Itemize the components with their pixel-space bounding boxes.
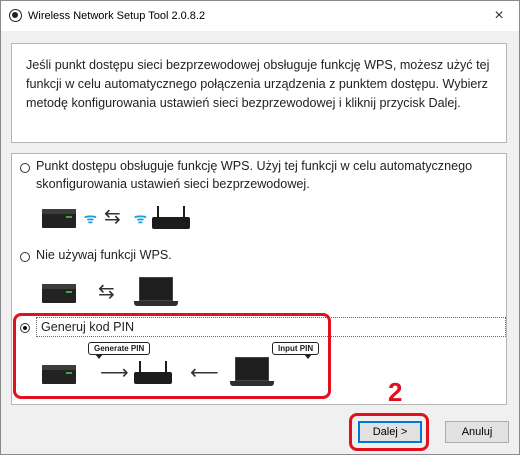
- setup-dialog: Wireless Network Setup Tool 2.0.8.2 × Je…: [0, 0, 520, 455]
- radio-wps[interactable]: [20, 163, 30, 173]
- wifi-icon: ᯤ: [134, 210, 147, 226]
- swap-arrows-icon: ⇆: [98, 281, 115, 303]
- title-bar: Wireless Network Setup Tool 2.0.8.2 ×: [1, 1, 519, 31]
- printer-icon: [42, 209, 76, 228]
- swap-arrows-icon: ⇆: [104, 206, 121, 228]
- window-title: Wireless Network Setup Tool 2.0.8.2: [28, 10, 206, 22]
- cancel-button[interactable]: Anuluj: [445, 421, 509, 443]
- wifi-icon: ᯤ: [84, 210, 97, 226]
- router-icon: [152, 206, 190, 229]
- radio-no-wps[interactable]: [20, 252, 30, 262]
- info-panel: Jeśli punkt dostępu sieci bezprzewodowej…: [11, 43, 507, 143]
- intro-text: Jeśli punkt dostępu sieci bezprzewodowej…: [26, 58, 490, 110]
- option-no-wps-label[interactable]: Nie używaj funkcji WPS.: [36, 246, 172, 264]
- laptop-icon: [134, 277, 178, 307]
- app-icon: [9, 9, 22, 22]
- printer-icon: [42, 284, 76, 303]
- option-wps-label[interactable]: Punkt dostępu obsługuje funkcję WPS. Uży…: [36, 157, 496, 193]
- step-number-annotation: 2: [388, 377, 403, 407]
- close-button[interactable]: ×: [479, 1, 519, 31]
- next-button[interactable]: Dalej >: [358, 421, 422, 443]
- option-highlight-box: [13, 313, 331, 399]
